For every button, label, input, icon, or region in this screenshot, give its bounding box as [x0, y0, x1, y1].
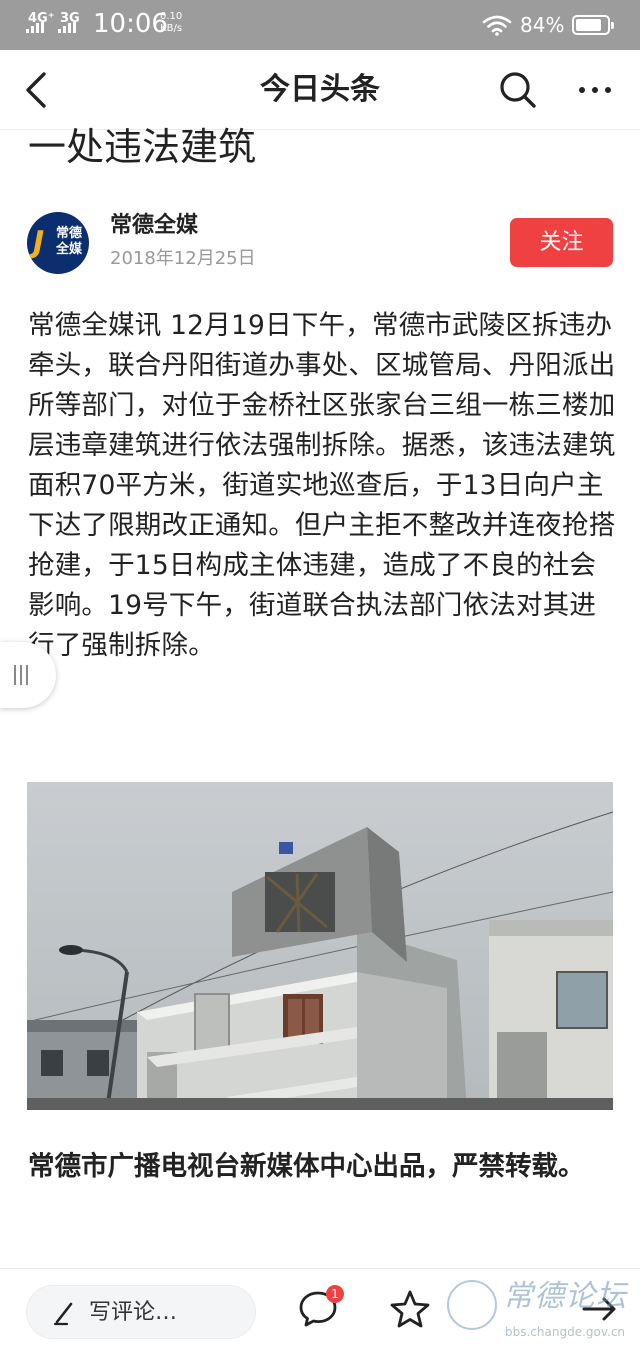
watermark-url: bbs.changde.gov.cn	[505, 1325, 626, 1339]
forum-watermark: 常德论坛 bbs.changde.gov.cn	[447, 1274, 637, 1350]
article-title: 一处违法建筑	[28, 125, 257, 169]
dot-icon	[579, 87, 585, 93]
author-avatar[interactable]: J 常德 全媒	[27, 212, 89, 274]
search-icon	[500, 72, 536, 108]
network-speed: 0.10 KB/s	[160, 11, 182, 35]
network-speed-value: 0.10	[160, 11, 183, 22]
wifi-icon	[482, 15, 512, 36]
search-button[interactable]	[496, 68, 540, 112]
article-body: 常德全媒讯 12月19日下午，常德市武陵区拆违办牵头，联合丹阳街道办事处、区城管…	[28, 310, 616, 661]
publish-date: 2018年12月25日	[110, 248, 256, 269]
article-photo[interactable]	[27, 782, 613, 1110]
comment-count-badge: 1	[326, 1285, 344, 1303]
top-nav-bar: 今日头条	[0, 50, 640, 130]
signal-bars-icon	[26, 20, 44, 33]
article-caption: 常德市广播电视台新媒体中心出品，严禁转载。	[28, 1151, 585, 1182]
star-icon	[390, 1290, 430, 1328]
pen-icon	[53, 1302, 73, 1326]
status-bar: 4G⁺ 3G 10:06 0.10 KB/s 84%	[0, 0, 640, 50]
comment-input[interactable]: 写评论…	[26, 1285, 256, 1339]
building-demolition-photo	[27, 782, 613, 1110]
author-name[interactable]: 常德全媒	[110, 212, 198, 240]
clock: 10:06	[93, 9, 168, 39]
comment-placeholder: 写评论…	[89, 1300, 178, 1325]
dot-icon	[592, 87, 598, 93]
watermark-text: 常德论坛	[503, 1279, 627, 1314]
network-speed-unit: KB/s	[160, 23, 183, 34]
battery-percent: 84%	[520, 13, 565, 37]
favorite-button[interactable]	[388, 1287, 432, 1331]
more-button[interactable]	[570, 70, 620, 110]
follow-button[interactable]: 关注	[510, 218, 613, 267]
avatar-logo-text: 常德 全媒	[55, 226, 82, 257]
signal-bars-icon	[58, 20, 76, 33]
dot-icon	[605, 87, 611, 93]
app-title: 今日头条	[260, 72, 380, 107]
battery-icon	[572, 15, 614, 35]
watermark-logo	[447, 1280, 497, 1330]
avatar-logo-mark: J	[33, 225, 45, 260]
